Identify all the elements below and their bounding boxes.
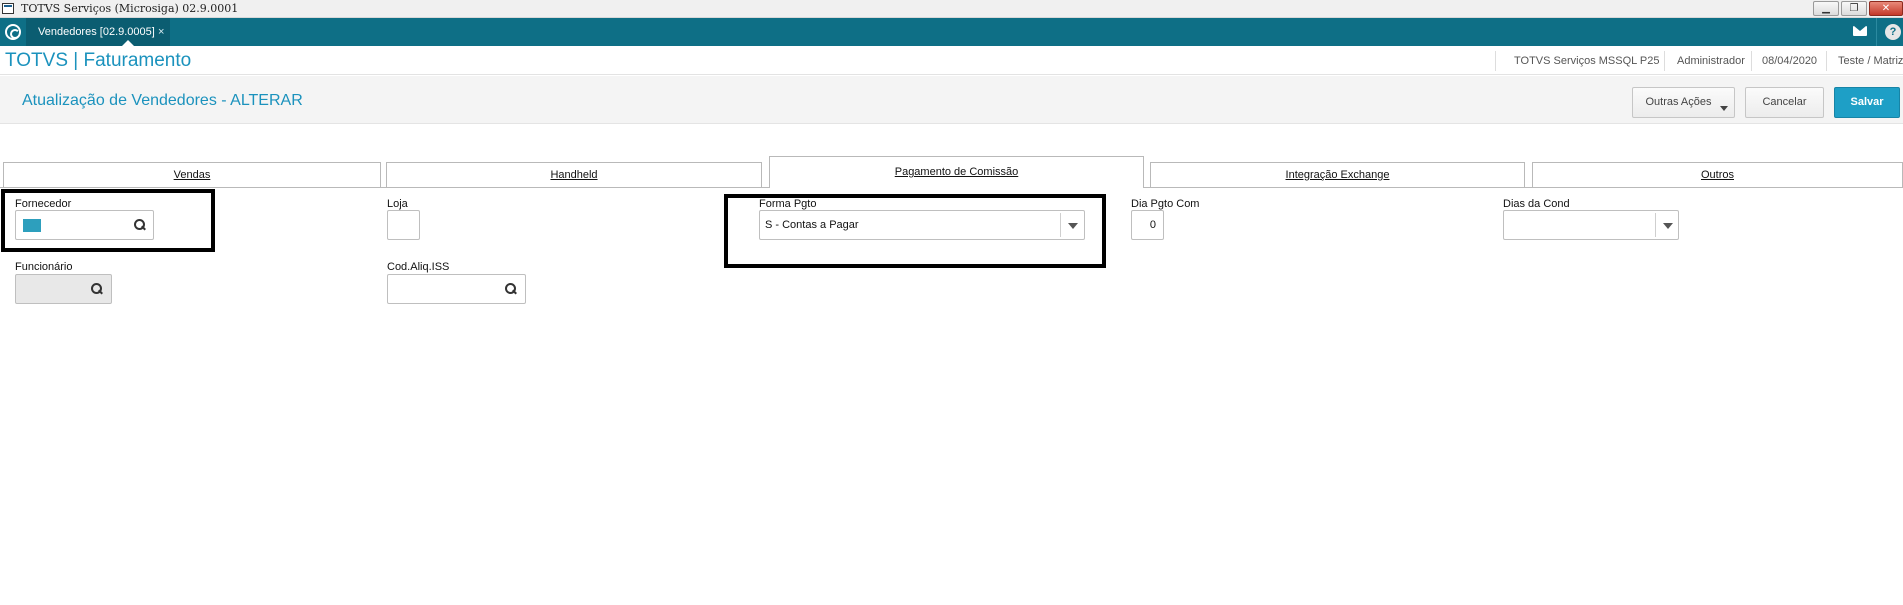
chevron-down-icon[interactable]: [1068, 223, 1078, 229]
fornecedor-input[interactable]: [15, 210, 154, 240]
page-header: Atualização de Vendedores - ALTERAR Outr…: [0, 76, 1903, 124]
minimize-button[interactable]: ▁: [1813, 1, 1839, 16]
header-divider: [1664, 51, 1665, 71]
program-tab-vendedores[interactable]: Vendedores [02.9.0005] ×: [26, 18, 170, 46]
dias-da-cond-label: Dias da Cond: [1503, 198, 1570, 210]
header-divider: [1495, 51, 1496, 71]
dias-da-cond-select[interactable]: [1503, 210, 1679, 240]
select-divider: [1060, 213, 1061, 237]
forma-pgto-label: Forma Pgto: [759, 198, 817, 210]
header-divider: [1826, 51, 1827, 71]
close-tab-icon[interactable]: ×: [158, 18, 164, 46]
chevron-down-icon: [1720, 106, 1728, 111]
cod-aliq-iss-label: Cod.Aliq.ISS: [387, 261, 450, 273]
forma-pgto-value: S - Contas a Pagar: [765, 219, 859, 231]
tab-handheld[interactable]: Handheld: [386, 162, 762, 187]
app-window-icon: [2, 3, 14, 14]
search-icon[interactable]: [505, 283, 517, 295]
tab-integracao-exchange[interactable]: Integração Exchange: [1150, 162, 1525, 187]
chevron-down-icon[interactable]: [1663, 223, 1673, 229]
help-icon[interactable]: ?: [1885, 24, 1901, 40]
program-tab-bar: Vendedores [02.9.0005] × ?: [0, 18, 1903, 46]
header-divider: [1751, 51, 1752, 71]
funcionario-input[interactable]: [15, 274, 112, 304]
date-info: 08/04/2020: [1762, 55, 1818, 67]
tab-vendas[interactable]: Vendas: [3, 162, 381, 187]
environment-info: TOTVS Serviços MSSQL P25: [1514, 55, 1660, 67]
dia-pgto-com-input[interactable]: 0: [1131, 210, 1164, 240]
forma-pgto-select[interactable]: S - Contas a Pagar: [759, 210, 1085, 240]
mail-icon[interactable]: [1853, 26, 1867, 36]
select-divider: [1655, 213, 1656, 237]
home-icon[interactable]: [5, 24, 21, 40]
page-title: Atualização de Vendedores - ALTERAR: [22, 92, 303, 109]
save-button[interactable]: Salvar: [1834, 87, 1900, 118]
dia-pgto-com-label: Dia Pgto Com: [1131, 198, 1200, 210]
active-tab-indicator: [122, 40, 134, 46]
tab-pagamento-de-comissao[interactable]: Pagamento de Comissão: [769, 156, 1144, 188]
fornecedor-label: Fornecedor: [15, 198, 72, 210]
funcionario-label: Funcionário: [15, 261, 73, 273]
dia-pgto-com-value: 0: [1149, 219, 1156, 231]
window-controls: ▁ ❐ ✕: [1811, 0, 1903, 18]
module-title: TOTVS | Faturamento: [5, 50, 192, 71]
cod-aliq-iss-input[interactable]: [387, 274, 526, 304]
cancel-button[interactable]: Cancelar: [1745, 87, 1824, 118]
module-header: TOTVS | Faturamento TOTVS Serviços MSSQL…: [0, 47, 1903, 75]
loja-input[interactable]: [387, 210, 420, 240]
window-title-bar: TOTVS Serviços (Microsiga) 02.9.0001 ▁ ❐…: [0, 0, 1903, 18]
tabbar-divider: [1876, 18, 1877, 46]
user-info: Administrador: [1677, 55, 1745, 67]
close-window-button[interactable]: ✕: [1869, 1, 1903, 16]
search-icon[interactable]: [134, 219, 146, 231]
program-tab-label: Vendedores [02.9.0005]: [38, 26, 155, 38]
company-info: Teste / Matriz: [1838, 55, 1903, 67]
window-title: TOTVS Serviços (Microsiga) 02.9.0001: [21, 2, 239, 15]
other-actions-label: Outras Ações: [1645, 96, 1712, 108]
search-icon[interactable]: [91, 283, 103, 295]
fornecedor-value-highlight: [23, 219, 41, 232]
tab-outros[interactable]: Outros: [1532, 162, 1903, 187]
restore-button[interactable]: ❐: [1841, 1, 1867, 16]
other-actions-button[interactable]: Outras Ações: [1632, 87, 1735, 118]
loja-label: Loja: [387, 198, 408, 210]
